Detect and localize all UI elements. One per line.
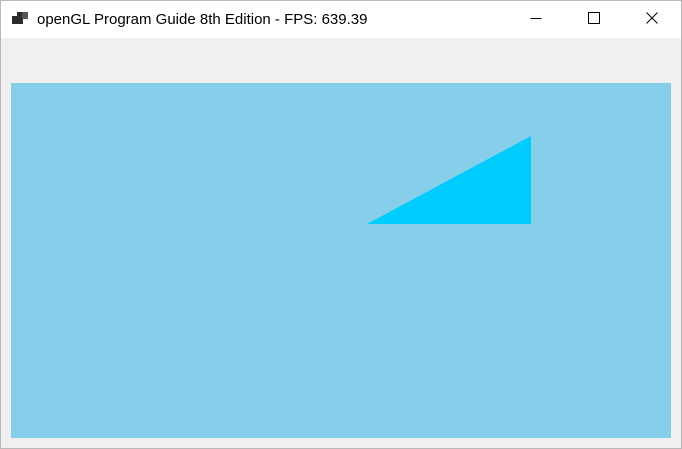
maximize-icon (588, 11, 600, 29)
close-icon (646, 11, 658, 29)
rendered-triangle (367, 136, 531, 224)
application-window-icon[interactable] (12, 10, 28, 26)
window-title: openGL Program Guide 8th Edition - FPS: … (37, 11, 368, 28)
minimize-button[interactable] (507, 1, 565, 38)
maximize-button[interactable] (565, 1, 623, 38)
application-window: openGL Program Guide 8th Edition - FPS: … (0, 0, 682, 449)
viewport-render-surface (367, 136, 531, 224)
title-bar[interactable]: openGL Program Guide 8th Edition - FPS: … (1, 1, 681, 38)
client-area (1, 38, 681, 448)
opengl-viewport[interactable] (11, 83, 671, 438)
close-button[interactable] (623, 1, 681, 38)
minimize-icon (530, 11, 542, 29)
